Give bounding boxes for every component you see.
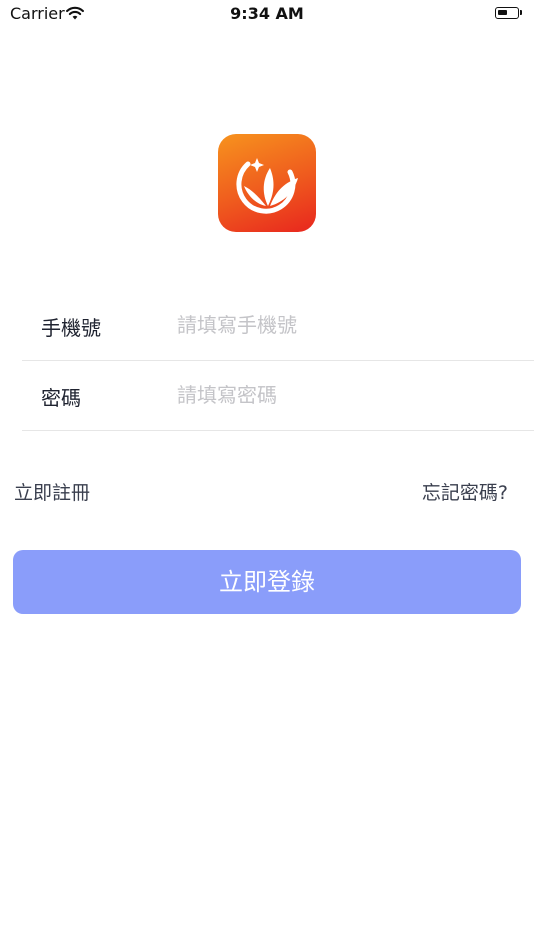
phone-input[interactable]: [177, 308, 507, 342]
forgot-password-link[interactable]: 忘記密碼?: [422, 478, 508, 505]
battery-icon: [495, 7, 519, 19]
app-logo-icon: [218, 134, 316, 232]
register-link[interactable]: 立即註冊: [14, 478, 90, 505]
password-label: 密碼: [41, 386, 81, 410]
password-input[interactable]: [177, 378, 507, 412]
status-bar: Carrier 9:34 AM: [0, 0, 534, 28]
login-button[interactable]: 立即登錄: [13, 550, 521, 614]
phone-row: 手機號: [22, 290, 534, 361]
battery-cap: [520, 10, 522, 15]
phone-label: 手機號: [41, 316, 101, 340]
password-row: 密碼: [22, 360, 534, 431]
clock: 9:34 AM: [230, 4, 304, 23]
